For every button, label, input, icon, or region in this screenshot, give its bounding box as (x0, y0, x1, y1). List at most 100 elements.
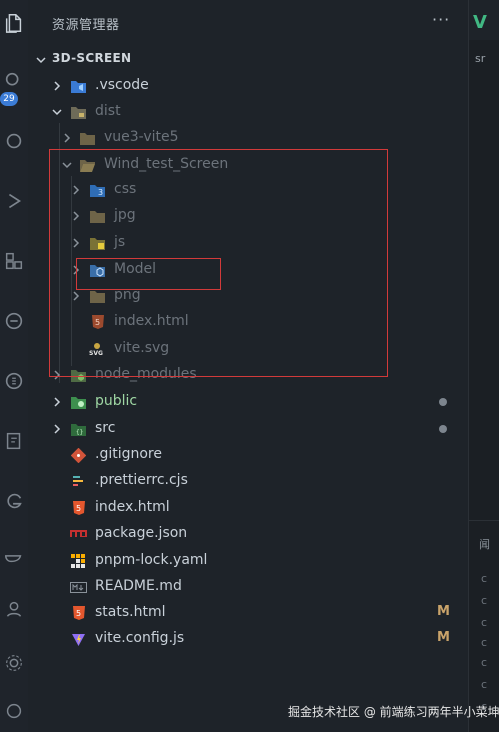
tree-item-label: .vscode (95, 77, 149, 93)
folder-icon (89, 208, 106, 224)
tree-item-png[interactable]: png (28, 283, 468, 309)
svg-text:5: 5 (76, 504, 81, 513)
pnpm-icon (70, 553, 87, 569)
tree-item-label: index.html (95, 499, 170, 515)
chevron-right-icon (54, 370, 61, 380)
tree-item-label: stats.html (95, 604, 166, 620)
explorer-icon[interactable] (0, 8, 28, 38)
html5-icon: 5 (70, 605, 87, 621)
chevron-right-icon (73, 185, 80, 195)
html5-icon: 5 (70, 500, 87, 516)
tree-item-label: src (95, 420, 116, 436)
run-debug-icon[interactable] (0, 186, 28, 216)
modified-dot (439, 425, 447, 433)
chevron-right-icon (73, 211, 80, 221)
npm-icon (70, 526, 87, 542)
outline-item-glyph: c (481, 594, 488, 607)
folder-icon (79, 130, 96, 146)
model-folder-icon (89, 262, 106, 278)
more-actions-button[interactable]: ··· (432, 10, 450, 29)
public-folder-icon (70, 394, 87, 410)
outline-item-glyph: c (481, 678, 488, 691)
prettier-icon (70, 473, 87, 489)
tree-item-label: js (114, 234, 126, 250)
tree-item-index-html[interactable]: 5 index.html (28, 495, 468, 521)
watermark-text: 掘金技术社区 @ 前端练习两年半小菜坤 (288, 705, 499, 719)
svg-text:5: 5 (95, 318, 100, 327)
chevron-right-icon (64, 133, 71, 143)
vscode-folder-icon (70, 78, 87, 94)
tree-item-label: README.md (95, 578, 182, 594)
panel-divider (469, 520, 499, 521)
untracked-dot (439, 398, 447, 406)
tree-item-label: vue3-vite5 (104, 129, 179, 145)
chevron-right-icon (54, 397, 61, 407)
git-status-flag: M (437, 630, 450, 645)
tree-item-stats-html[interactable]: 5 stats.html M (28, 600, 468, 626)
tree-item-label: Model (114, 261, 157, 277)
tree-item-vite-svg[interactable]: SVG vite.svg (28, 336, 468, 362)
tree-item-label: css (114, 181, 137, 197)
tree-item-label: png (114, 287, 141, 303)
svg-text:5: 5 (76, 609, 81, 618)
chevron-right-icon (54, 81, 61, 91)
tree-item-css[interactable]: 3 css (28, 177, 468, 203)
tree-item-js[interactable]: js (28, 230, 468, 256)
tree-item-pnpm-lock[interactable]: pnpm-lock.yaml (28, 548, 468, 574)
tree-item-src[interactable]: {} src (28, 416, 468, 442)
tree-item-gitignore[interactable]: .gitignore (28, 442, 468, 468)
tree-item-readme[interactable]: README.md (28, 574, 468, 600)
tree-item-package-json[interactable]: package.json (28, 521, 468, 547)
tree-item-label: .prettierrc.cjs (95, 472, 188, 488)
markdown-icon (70, 579, 87, 595)
node-folder-icon (70, 367, 87, 383)
remote-icon[interactable] (0, 306, 28, 336)
tree-item-dist-index-html[interactable]: 5 index.html (28, 309, 468, 335)
edge-icon[interactable] (0, 486, 28, 516)
chevron-right-icon (73, 238, 80, 248)
outline-item-glyph: c (481, 616, 488, 629)
outline-heading-glyph: 闻 (479, 538, 490, 551)
tree-item-label: vite.config.js (95, 630, 185, 646)
editor-area: V sr 闻 c c c c c c c (468, 0, 499, 732)
tree-item-label: .gitignore (95, 446, 162, 462)
svg-text:3: 3 (98, 188, 103, 197)
tree-item-public[interactable]: public (28, 389, 468, 415)
js-folder-icon (89, 235, 106, 251)
outline-item-glyph: c (481, 572, 488, 585)
tree-item-wind-test-screen[interactable]: Wind_test_Screen (28, 152, 468, 178)
tree-item-dist[interactable]: dist (28, 99, 468, 125)
folder-open-icon (79, 157, 96, 173)
editor-tab[interactable]: V (469, 0, 499, 40)
account-icon[interactable] (0, 594, 28, 624)
tree-item-node-modules[interactable]: node_modules (28, 362, 468, 388)
settings-icon[interactable] (0, 648, 28, 678)
tree-item-vscode[interactable]: .vscode (28, 73, 468, 99)
docker-icon[interactable] (0, 540, 28, 570)
git-icon (70, 447, 87, 463)
extensions-icon[interactable] (0, 246, 28, 276)
tree-item-model[interactable]: Model (28, 257, 468, 283)
git-status-flag: M (437, 604, 450, 619)
tree-item-label: dist (95, 103, 121, 119)
tree-item-label: Wind_test_Screen (104, 156, 229, 172)
chevron-down-icon (62, 162, 72, 169)
tree-item-label: node_modules (95, 366, 197, 382)
root-folder-label: 3D-SCREEN (52, 51, 132, 65)
outline-item-glyph: c (481, 656, 488, 669)
tree-item-jpg[interactable]: jpg (28, 203, 468, 229)
openai-icon[interactable] (0, 696, 28, 726)
source-control-icon[interactable] (0, 126, 28, 156)
tree-item-vue3-vite5[interactable]: vue3-vite5 (28, 125, 468, 151)
tree-item-prettierrc[interactable]: .prettierrc.cjs (28, 468, 468, 494)
vite-icon (70, 631, 87, 647)
tree-item-vite-config[interactable]: vite.config.js M (28, 626, 468, 652)
tree-item-label: public (95, 393, 138, 409)
chevron-down-icon (36, 57, 46, 64)
html5-icon: 5 (89, 314, 106, 330)
book-icon[interactable] (0, 426, 28, 456)
chevron-down-icon (52, 109, 62, 116)
github-icon[interactable] (0, 366, 28, 396)
root-folder-row[interactable]: 3D-SCREEN (28, 47, 468, 73)
explorer-panel: 资源管理器 ··· 3D-SCREEN .vscode dist vue3-vi… (28, 0, 468, 732)
